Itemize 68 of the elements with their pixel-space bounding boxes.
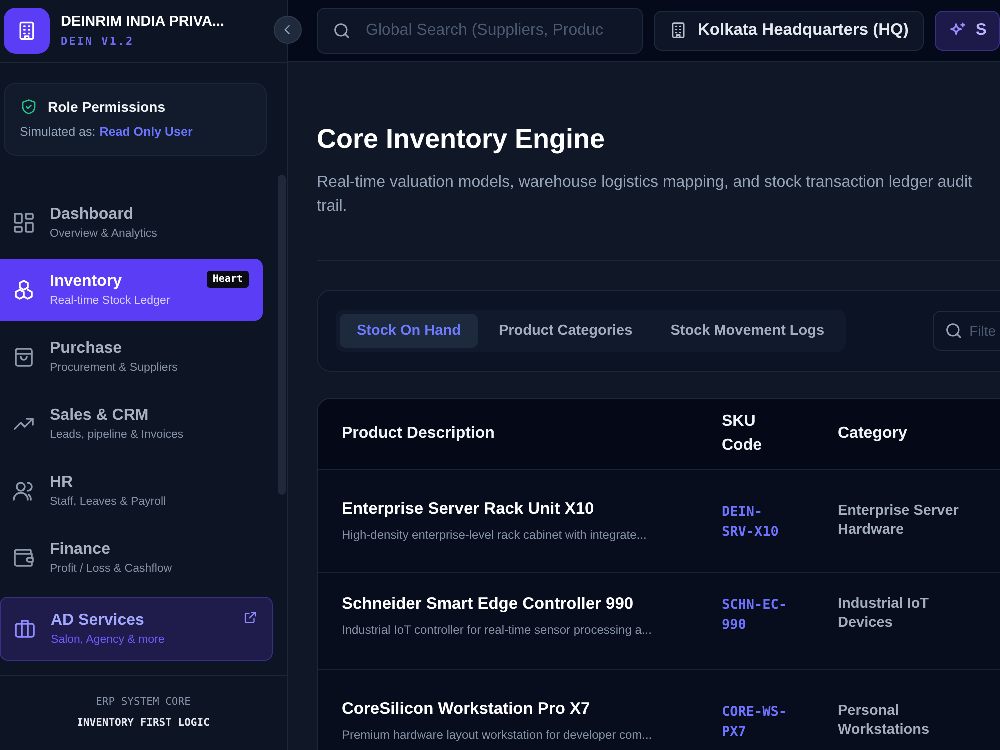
nav-item[interactable]: Sales & CRM Leads, pipeline & Invoices xyxy=(0,393,263,455)
shield-icon xyxy=(20,98,38,116)
nav-item[interactable]: Finance Profit / Loss & Cashflow xyxy=(0,527,263,589)
filter-field[interactable]: Filte xyxy=(932,311,1000,351)
nav-item[interactable]: Dashboard Overview & Analytics xyxy=(0,192,263,254)
category-cell-text: Personal Workstations xyxy=(838,702,931,740)
product-description: Industrial IoT controller for real-time sensor processing a... xyxy=(342,623,653,637)
category-cell-text: Industrial IoT Devices xyxy=(838,595,930,633)
search-field[interactable]: Global Search (Suppliers, Produc xyxy=(317,8,643,54)
footer-label: ERP SYSTEM CORE xyxy=(95,696,192,708)
external-link-item[interactable]: AD Services Salon, Agency & more xyxy=(0,597,273,661)
sku-code: CORE-WS-PX7 xyxy=(722,703,788,742)
tab[interactable]: Product Categories xyxy=(482,314,650,348)
role-label: Simulated as: xyxy=(20,125,96,139)
sku-code: DEIN-SRV-X10 xyxy=(722,503,780,542)
grid-icon xyxy=(12,211,36,235)
location-button[interactable]: Kolkata Headquarters (HQ) xyxy=(654,10,924,50)
tab[interactable]: Stock On Hand xyxy=(340,314,478,348)
category-cell-text: Enterprise Server Hardware xyxy=(838,502,960,540)
search-input[interactable]: Global Search (Suppliers, Produc xyxy=(366,22,626,40)
boxes-icon xyxy=(12,278,36,302)
bag-icon xyxy=(12,345,36,369)
company-name: DEINRIM INDIA PRIVA... xyxy=(61,14,225,30)
page-description: Real-time valuation models, warehouse logistics mapping, and stock transaction ledger audit trail. xyxy=(317,173,974,217)
building-icon xyxy=(4,8,50,54)
role-value: Read Only User xyxy=(100,125,193,139)
column-header: Category xyxy=(838,424,908,444)
sku-code: SCHN-EC-990 xyxy=(722,596,788,635)
search-icon xyxy=(332,20,352,40)
nav-subtitle: Profit / Loss & Cashflow xyxy=(50,563,172,575)
nav-title: HR xyxy=(50,474,74,492)
building-icon xyxy=(669,21,688,40)
action-button[interactable]: S xyxy=(934,10,1000,50)
product-name: CoreSilicon Workstation Pro X7 xyxy=(342,700,592,719)
version-label: DEIN V1.2 xyxy=(61,35,136,48)
product-name: Enterprise Server Rack Unit X10 xyxy=(342,500,596,519)
briefcase-icon xyxy=(13,617,37,641)
nav-title: AD Services xyxy=(51,612,146,630)
wallet-icon xyxy=(12,546,36,570)
page-title: Core Inventory Engine xyxy=(317,124,606,155)
nav-title: Inventory xyxy=(50,273,124,291)
role-title: Role Permissions xyxy=(48,99,166,115)
nav-subtitle: Procurement & Suppliers xyxy=(50,362,178,374)
nav-item[interactable]: Inventory Real-time Stock Ledger Heart xyxy=(0,259,263,321)
product-description: High-density enterprise-level rack cabinet with integrate... xyxy=(342,528,648,542)
nav-title: Purchase xyxy=(50,340,124,358)
external-link-icon xyxy=(243,610,258,625)
product-description: Premium hardware layout workstation for developer com... xyxy=(342,728,654,742)
nav-subtitle: Overview & Analytics xyxy=(50,228,158,240)
nav-title: Finance xyxy=(50,541,112,559)
nav-subtitle: Leads, pipeline & Invoices xyxy=(50,429,184,441)
nav-title: Sales & CRM xyxy=(50,407,150,425)
column-header: SKU Code xyxy=(722,412,763,456)
search-icon xyxy=(944,321,964,341)
product-name: Schneider Smart Edge Controller 990 xyxy=(342,595,635,614)
nav-title: Dashboard xyxy=(50,206,135,224)
footer-label: INVENTORY FIRST LOGIC xyxy=(76,717,211,729)
nav-subtitle: Salon, Agency & more xyxy=(51,634,165,646)
nav-subtitle: Staff, Leaves & Payroll xyxy=(50,496,166,508)
nav-item[interactable]: Purchase Procurement & Suppliers xyxy=(0,326,263,388)
nav-subtitle: Real-time Stock Ledger xyxy=(50,295,170,307)
tab[interactable]: Stock Movement Logs xyxy=(654,314,842,348)
filter-input[interactable]: Filte xyxy=(970,323,1000,339)
users-icon xyxy=(12,479,36,503)
collapse-button[interactable] xyxy=(274,16,302,44)
column-header: Product Description xyxy=(342,424,496,444)
badge: Heart xyxy=(206,271,249,288)
nav-item[interactable]: HR Staff, Leaves & Payroll xyxy=(0,460,263,522)
